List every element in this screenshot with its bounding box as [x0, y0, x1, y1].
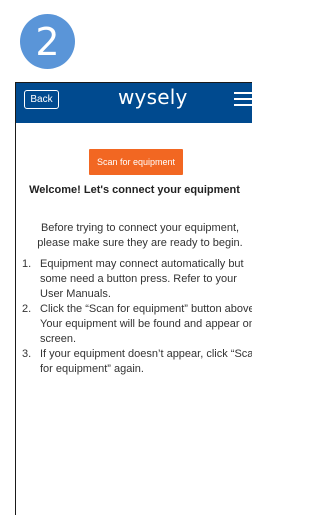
list-item-number: 2. — [22, 303, 32, 315]
page-title: Welcome! Let's connect your equipment — [29, 184, 240, 196]
brand-logo: wysely — [118, 85, 188, 109]
step-number: 2 — [35, 19, 60, 64]
list-item-text: Equipment may connect automatically but … — [40, 258, 244, 300]
scan-for-equipment-button[interactable]: Scan for equipment — [89, 149, 183, 175]
screenshot: 2 Back wysely Scan for equipment Welcome… — [0, 0, 252, 515]
list-item: 2. Click the “Scan for equipment” button… — [22, 302, 252, 347]
list-item-text: Click the “Scan for equipment” button ab… — [40, 303, 252, 345]
list-item-number: 1. — [22, 258, 32, 270]
list-item: 3. If your equipment doesn’t appear, cli… — [22, 347, 252, 377]
phone-screen: Back wysely Scan for equipment Welcome! … — [15, 82, 252, 515]
list-item-text: If your equipment doesn’t appear, click … — [40, 348, 252, 375]
intro-text: Before trying to connect your equipment,… — [37, 222, 243, 249]
instruction-list: 1. Equipment may connect automatically b… — [22, 257, 252, 377]
list-item: 1. Equipment may connect automatically b… — [22, 257, 252, 302]
back-button[interactable]: Back — [24, 90, 59, 109]
step-number-badge: 2 — [20, 14, 75, 69]
hamburger-menu-icon[interactable] — [234, 92, 252, 106]
list-item-number: 3. — [22, 348, 32, 360]
top-navbar: Back wysely — [16, 83, 252, 123]
